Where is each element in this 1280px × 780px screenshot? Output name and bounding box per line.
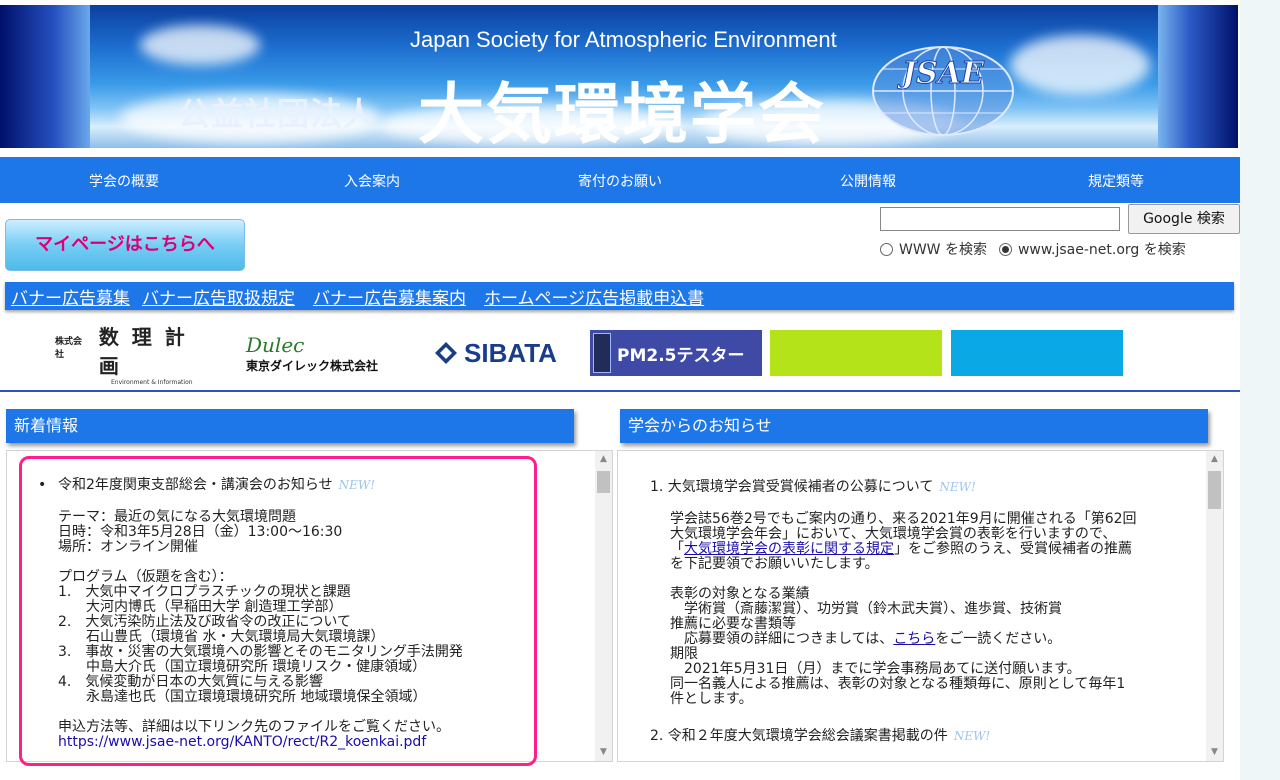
ad-link-guide[interactable]: バナー広告募集案内 (313, 284, 466, 309)
sponsor-logo-pm25-tester[interactable]: PM2.5テスター (590, 330, 762, 376)
news-line: 大河内博氏（早稲田大学 創造理工学部） (58, 599, 343, 615)
guideline-link[interactable]: こちら (893, 631, 935, 647)
notice-line: 件とします。 (670, 691, 753, 707)
sibata-mark-icon (435, 342, 458, 364)
award-rules-link[interactable]: 大気環境学会の表彰に関する規定 (684, 541, 894, 557)
radio-site[interactable] (998, 242, 1012, 256)
suuri-name: 数 理 計 画 (98, 324, 188, 378)
ad-link-recruitment[interactable]: バナー広告募集 (11, 284, 130, 309)
notice-line: 「 (670, 541, 684, 557)
pm-label: PM2.5テスター (617, 345, 745, 366)
org-name: 大気環境学会 (418, 77, 826, 148)
bullet-icon: • (38, 477, 47, 493)
org-kind-label: 公益社団法人 (178, 96, 377, 132)
news-line: 4. 気候変動が日本の大気質に与える影響 (58, 674, 323, 690)
scroll-up-icon[interactable]: ▲ (595, 451, 612, 468)
google-search-button[interactable]: Google 検索 (1128, 204, 1240, 234)
radio-www-label: WWW を検索 (899, 242, 987, 258)
news-line: 中島大介氏（国立環境研究所 環境リスク・健康領域） (58, 659, 427, 675)
dulec-company-name: 東京ダイレック株式会社 (246, 358, 379, 373)
radio-site-label: www.jsae-net.org を検索 (1017, 242, 1186, 258)
sponsor-banner-green[interactable] (770, 330, 942, 376)
news-line: プログラム（仮題を含む）： (58, 569, 233, 585)
notice-line: 同一名義人による推薦は、表彰の対象となる種類毎に、原則として毎年1 (670, 676, 1126, 692)
main-navigation: 学会の概要 入会案内 寄付のお願い 公開情報 規定類等 (0, 157, 1240, 203)
news-pdf-link[interactable]: https://www.jsae-net.org/KANTO/rect/R2_k… (58, 734, 426, 750)
news-scrollbar[interactable]: ▲ ▼ (595, 451, 612, 761)
notice-line: 学会誌56巻2号でもご案内の通り、来る2021年9月に開催される「第62回 (670, 511, 1137, 527)
cloud-decoration (140, 25, 260, 65)
notice-line: をご一読ください。 (935, 631, 1062, 647)
ad-link-rules[interactable]: バナー広告取扱規定 (142, 284, 295, 309)
cloud-decoration (1010, 35, 1150, 95)
news-line: テーマ：最近の気になる大気環境問題 (58, 509, 296, 525)
sponsor-logo-dulec[interactable]: Dulec 東京ダイレック株式会社 (246, 330, 396, 376)
news-line (58, 555, 463, 570)
jsae-globe-logo-icon: JSAE (872, 46, 1014, 136)
sibata-name: SIBATA (464, 337, 557, 368)
banner-ad-link-bar: バナー広告募集 バナー広告取扱規定 バナー広告募集案内 ホームページ広告掲載申込… (5, 282, 1234, 310)
notice-line: 応募要領の詳細につきましては、 (670, 631, 894, 647)
new-tag: NEW! (939, 480, 976, 494)
scroll-down-icon[interactable]: ▼ (1206, 744, 1223, 761)
new-tag: NEW! (338, 478, 376, 492)
news-line: 永島達也氏（国立環境環境研究所 地域環境保全領域） (58, 689, 427, 705)
banner-left-edge (0, 5, 90, 148)
news-line: 申込方法等、詳細は以下リンク先のファイルをご覧ください。 (58, 719, 450, 735)
news-line (58, 705, 463, 720)
suuri-subtitle: Environment & Information (111, 378, 193, 386)
notice-scrollbar[interactable]: ▲ ▼ (1206, 451, 1223, 761)
pm-device-icon (593, 333, 611, 373)
scroll-thumb[interactable] (1208, 471, 1221, 509)
search-input[interactable] (880, 207, 1120, 231)
notice-content: 1. 大気環境学会賞受賞候補者の公募について NEW! 学会誌56巻2号でもご案内… (650, 480, 1137, 744)
scroll-down-icon[interactable]: ▼ (595, 744, 612, 761)
news-line: 場所：オンライン開催 (58, 539, 198, 555)
svg-text:JSAE: JSAE (897, 56, 985, 91)
mypage-button[interactable]: マイページはこちらへ (5, 219, 245, 271)
sponsor-logo-sibata[interactable]: SIBATA (413, 330, 578, 376)
nav-item-about[interactable]: 学会の概要 (0, 157, 248, 203)
news-line: 石山豊氏（環境省 水・大気環境局大気環境課） (58, 629, 385, 645)
notice-line: 表彰の対象となる業績 (670, 586, 810, 602)
notice-line: 大気環境学会年会」において、大気環境学会賞の表彰を行いますので、 (670, 526, 1117, 542)
scroll-up-icon[interactable]: ▲ (1206, 451, 1223, 468)
ad-link-application[interactable]: ホームページ広告掲載申込書 (484, 284, 704, 309)
notice-line: 推薦に必要な書類等 (670, 616, 796, 632)
notice-item-title: 2. 令和２年度大気環境学会総会議案書掲載の件 (650, 728, 948, 744)
sponsor-logo-suuri-keikaku[interactable]: 株式会社 数 理 計 画 Environment & Information (55, 325, 220, 386)
notice-line: 学術賞（斎藤潔賞）、功労賞（鈴木武夫賞）、進歩賞、技術賞 (670, 601, 1062, 617)
page-background-strip (1240, 0, 1280, 780)
news-item: • 令和2年度関東支部総会・講演会のお知らせ NEW! テーマ：最近の気になる大気… (38, 478, 463, 750)
radio-www[interactable] (880, 242, 893, 256)
sponsor-banner-cyan[interactable] (951, 330, 1123, 376)
nav-item-donation[interactable]: 寄付のお願い (496, 157, 744, 203)
section-divider (0, 390, 1240, 392)
nav-item-membership[interactable]: 入会案内 (248, 157, 496, 203)
suuri-prefix: 株式会社 (55, 336, 83, 360)
notice-heading: 学会からのお知らせ (620, 409, 1208, 443)
search-scope-options: WWW を検索 www.jsae-net.org を検索 (880, 239, 1186, 259)
nav-item-regulations[interactable]: 規定類等 (992, 157, 1240, 203)
site-header-banner[interactable]: Japan Society for Atmospheric Environmen… (0, 5, 1238, 148)
notice-line: 2021年5月31日（月）までに学会事務局あてに送付願います。 (670, 661, 1081, 677)
new-tag: NEW! (953, 729, 991, 743)
news-line: 日時：令和3年5月28日（金）13:00〜16:30 (58, 524, 343, 540)
banner-right-edge (1158, 5, 1238, 148)
news-line: 1. 大気中マイクロプラスチックの現状と課題 (58, 584, 351, 600)
notice-line: を下記要領でお願いいたします。 (670, 556, 879, 572)
scroll-thumb[interactable] (597, 471, 610, 493)
news-heading: 新着情報 (6, 409, 574, 443)
news-line: 2. 大気汚染防止法及び政省令の改正について (58, 614, 351, 630)
notice-item-title: 1. 大気環境学会賞受賞候補者の公募について (650, 479, 934, 495)
dulec-script: Dulec (246, 332, 305, 357)
news-item-title: 令和2年度関東支部総会・講演会のお知らせ (58, 477, 333, 493)
org-english-name: Japan Society for Atmospheric Environmen… (410, 27, 837, 52)
notice-line: 期限 (670, 646, 698, 662)
nav-item-disclosure[interactable]: 公開情報 (744, 157, 992, 203)
news-line: 3. 事故・災害の大気環境への影響とそのモニタリング手法開発 (58, 644, 463, 660)
notice-line: 」をご参照のうえ、受賞候補者の推薦 (894, 541, 1132, 557)
